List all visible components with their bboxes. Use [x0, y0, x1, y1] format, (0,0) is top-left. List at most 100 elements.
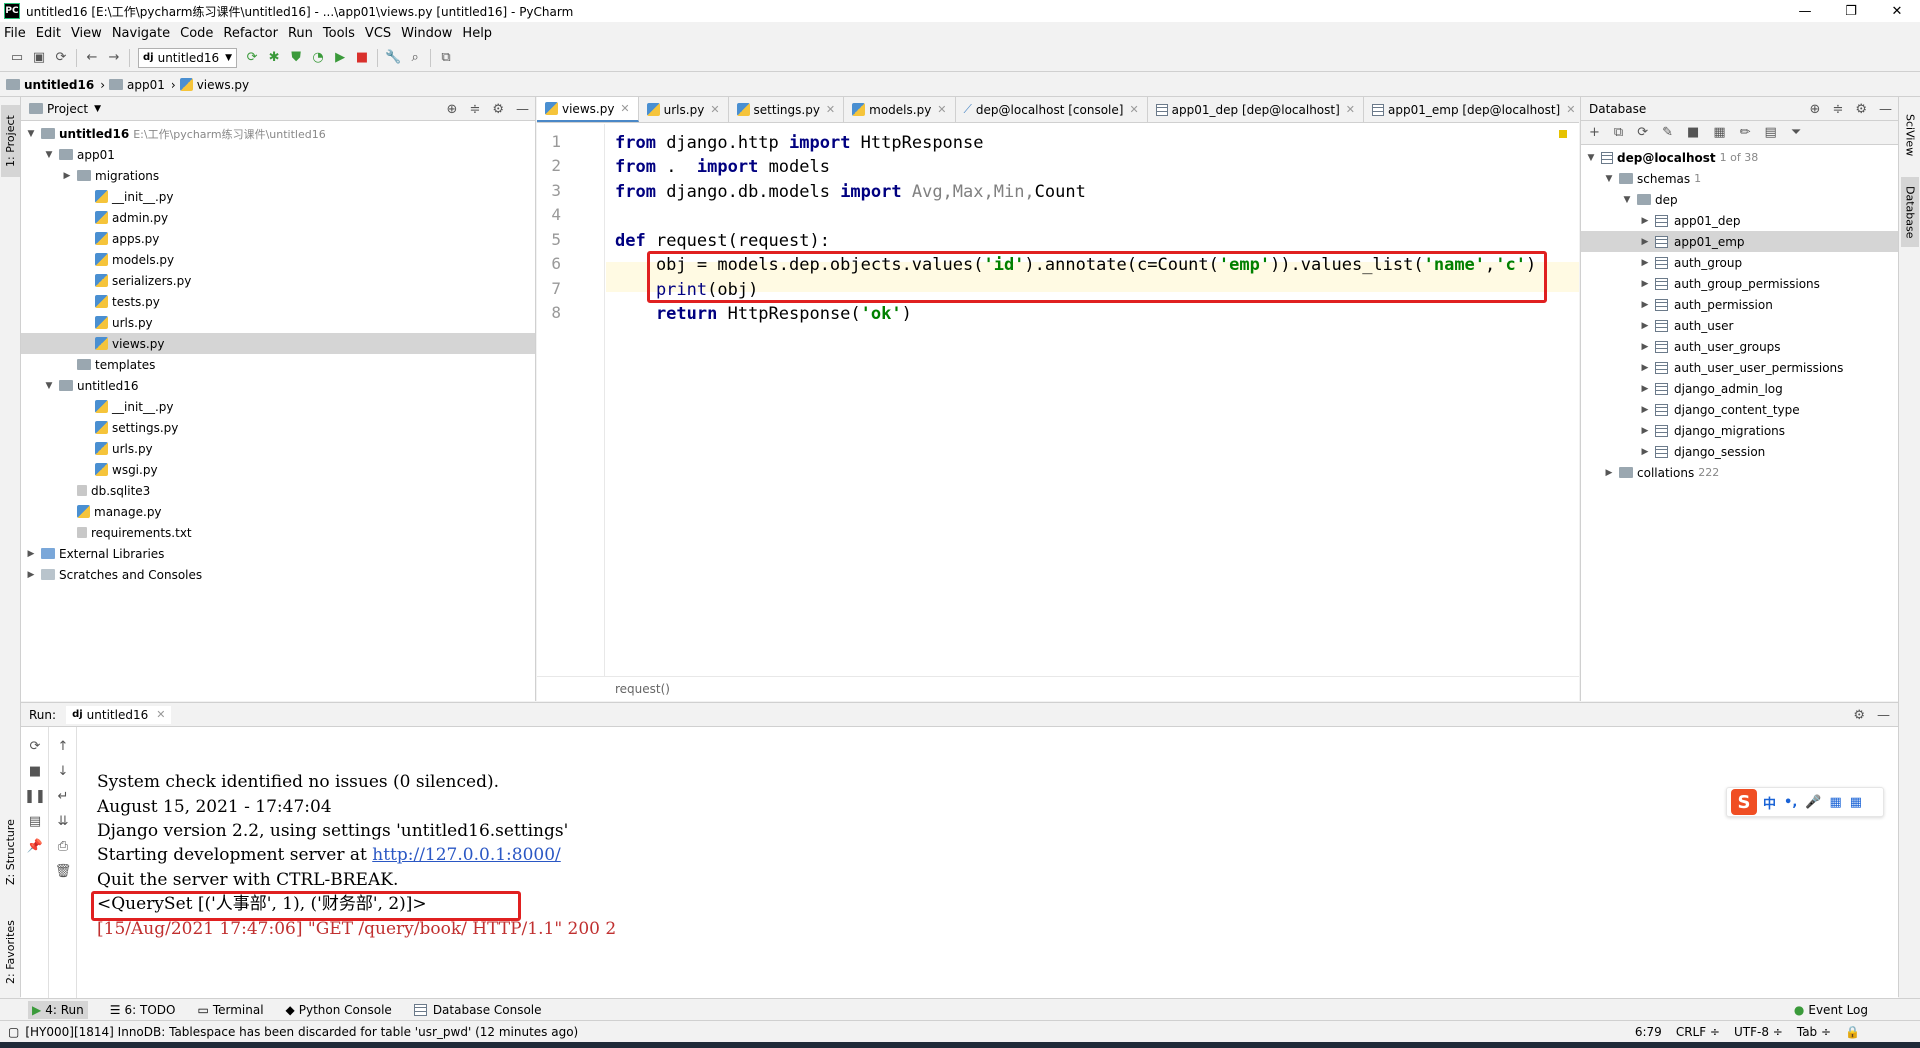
open-folder-icon[interactable]: ▭: [6, 47, 28, 69]
tree-item[interactable]: apps.py: [21, 228, 535, 249]
forward-icon[interactable]: →: [103, 47, 125, 69]
scroll-to-end-icon[interactable]: ⇊: [54, 812, 72, 830]
punctuation-icon[interactable]: •,: [1784, 795, 1797, 810]
tree-item[interactable]: ▼ app01: [21, 144, 535, 165]
chevron-right-icon[interactable]: ▶: [1603, 468, 1615, 478]
hide-icon[interactable]: —: [1877, 708, 1890, 723]
tab-structure[interactable]: Z: Structure: [1, 807, 20, 897]
rerun-icon[interactable]: ⟳: [241, 47, 263, 69]
chevron-down-icon[interactable]: ▼: [1585, 153, 1597, 163]
tree-item[interactable]: serializers.py: [21, 270, 535, 291]
print-icon[interactable]: ⎙: [54, 837, 72, 855]
chinese-mode-icon[interactable]: 中: [1763, 793, 1776, 812]
tree-item[interactable]: urls.py: [21, 312, 535, 333]
layout-icon[interactable]: ▤: [26, 812, 44, 830]
locate-icon[interactable]: ⊕: [447, 102, 458, 117]
console-icon[interactable]: ▤: [1765, 125, 1777, 140]
chevron-down-icon[interactable]: ▼: [43, 381, 55, 391]
tree-item[interactable]: views.py: [21, 333, 535, 354]
refresh-icon[interactable]: ⟳: [1637, 125, 1648, 140]
db-tree-item[interactable]: ▶ auth_permission: [1581, 294, 1898, 315]
profile-icon[interactable]: ◔: [307, 47, 329, 69]
status-toggle-icon[interactable]: ▢: [8, 1025, 19, 1039]
menu-tools[interactable]: Tools: [323, 26, 355, 41]
chevron-right-icon[interactable]: ▶: [1639, 279, 1651, 289]
coverage-icon[interactable]: ⛊: [285, 47, 307, 69]
chevron-right-icon[interactable]: ▶: [1639, 426, 1651, 436]
gear-icon[interactable]: ⚙: [1853, 708, 1865, 723]
chevron-right-icon[interactable]: ▶: [61, 171, 73, 181]
tab-sciview[interactable]: SciView: [1901, 105, 1919, 165]
menu-file[interactable]: File: [4, 26, 26, 41]
stop-icon[interactable]: ■: [1687, 125, 1699, 140]
chevron-down-icon[interactable]: ▼: [1621, 195, 1633, 205]
db-tree-item[interactable]: ▶ django_admin_log: [1581, 378, 1898, 399]
menu-window[interactable]: Window: [401, 26, 452, 41]
rerun-icon[interactable]: ⟳: [26, 737, 44, 755]
close-button[interactable]: ✕: [1874, 0, 1920, 22]
collapse-icon[interactable]: ≑: [469, 102, 480, 117]
tab-terminal[interactable]: ▭ Terminal: [197, 1003, 263, 1017]
db-tree-item[interactable]: ▶ auth_user_groups: [1581, 336, 1898, 357]
tree-item[interactable]: urls.py: [21, 438, 535, 459]
back-icon[interactable]: ←: [81, 47, 103, 69]
close-icon[interactable]: ✕: [1566, 103, 1575, 116]
tree-item[interactable]: ▼ untitled16: [21, 375, 535, 396]
chevron-down-icon[interactable]: ▼: [43, 150, 55, 160]
chevron-right-icon[interactable]: ▶: [1639, 405, 1651, 415]
inspection-marker-icon[interactable]: [1559, 130, 1567, 138]
menu-vcs[interactable]: VCS: [365, 26, 391, 41]
filter-icon[interactable]: ⏷: [1791, 125, 1801, 140]
tree-item[interactable]: manage.py: [21, 501, 535, 522]
menu-edit[interactable]: Edit: [36, 26, 61, 41]
db-tree-item[interactable]: ▶ auth_user: [1581, 315, 1898, 336]
tree-item[interactable]: __init__.py: [21, 396, 535, 417]
tree-item[interactable]: ▼ untitled16 E:\工作\pycharm练习课件\untitled16: [21, 123, 535, 144]
run-config-select[interactable]: dj untitled16 ▼: [138, 47, 238, 68]
run-tab[interactable]: dj untitled16 ✕: [66, 705, 172, 724]
editor-tab[interactable]: urls.py ✕: [639, 97, 729, 122]
chevron-down-icon[interactable]: ▼: [1603, 174, 1615, 184]
chevron-right-icon[interactable]: ▶: [1639, 447, 1651, 457]
menu-run[interactable]: Run: [288, 26, 313, 41]
gear-icon[interactable]: ⚙: [1855, 102, 1867, 117]
file-encoding[interactable]: UTF-8 ÷: [1734, 1025, 1783, 1039]
db-tree-item[interactable]: ▶ app01_emp: [1581, 231, 1898, 252]
caret-position[interactable]: 6:79: [1635, 1025, 1662, 1039]
tree-item[interactable]: admin.py: [21, 207, 535, 228]
console-output[interactable]: System check identified no issues (0 sil…: [91, 727, 1877, 999]
event-log-button[interactable]: ● Event Log: [1794, 1003, 1868, 1017]
copy-icon[interactable]: ⧉: [1614, 125, 1623, 140]
wrench-icon[interactable]: 🔧: [382, 47, 404, 69]
add-icon[interactable]: +: [1589, 125, 1600, 140]
chevron-right-icon[interactable]: ▶: [1639, 258, 1651, 268]
tree-item[interactable]: ▶ External Libraries: [21, 543, 535, 564]
chevron-right-icon[interactable]: ▶: [1639, 216, 1651, 226]
microphone-icon[interactable]: 🎤: [1805, 795, 1821, 810]
soft-wrap-icon[interactable]: ↵: [54, 787, 72, 805]
tab-todo[interactable]: ☰ 6: TODO: [110, 1003, 176, 1017]
chevron-right-icon[interactable]: ▶: [1639, 300, 1651, 310]
grid-icon[interactable]: ▦: [1850, 795, 1862, 810]
db-tree-item[interactable]: ▼ dep@localhost 1 of 38: [1581, 147, 1898, 168]
tab-database-console[interactable]: Database Console: [413, 1003, 542, 1017]
arrow-down-icon[interactable]: ↓: [54, 762, 72, 780]
breadcrumb-root[interactable]: untitled16: [6, 78, 94, 92]
db-tree-item[interactable]: ▶ auth_user_user_permissions: [1581, 357, 1898, 378]
vcs-icon[interactable]: ⧉: [435, 47, 457, 69]
project-panel-title[interactable]: Project: [47, 102, 88, 116]
ime-toolbar[interactable]: S 中 •, 🎤 ▦ ▦: [1726, 787, 1884, 817]
collapse-icon[interactable]: ≑: [1832, 102, 1843, 117]
menu-navigate[interactable]: Navigate: [112, 26, 170, 41]
table-icon[interactable]: ▦: [1713, 125, 1725, 140]
chevron-right-icon[interactable]: ▶: [1639, 363, 1651, 373]
editor-tab[interactable]: app01_emp [dep@localhost] ✕: [1364, 97, 1585, 122]
chevron-right-icon[interactable]: ▶: [1639, 342, 1651, 352]
tree-item[interactable]: settings.py: [21, 417, 535, 438]
tree-item[interactable]: wsgi.py: [21, 459, 535, 480]
lock-icon[interactable]: 🔒: [1845, 1025, 1860, 1039]
close-icon[interactable]: ✕: [620, 102, 629, 115]
edit-icon[interactable]: ✎: [1662, 125, 1673, 140]
line-separator[interactable]: CRLF ÷: [1676, 1025, 1720, 1039]
tree-item[interactable]: requirements.txt: [21, 522, 535, 543]
